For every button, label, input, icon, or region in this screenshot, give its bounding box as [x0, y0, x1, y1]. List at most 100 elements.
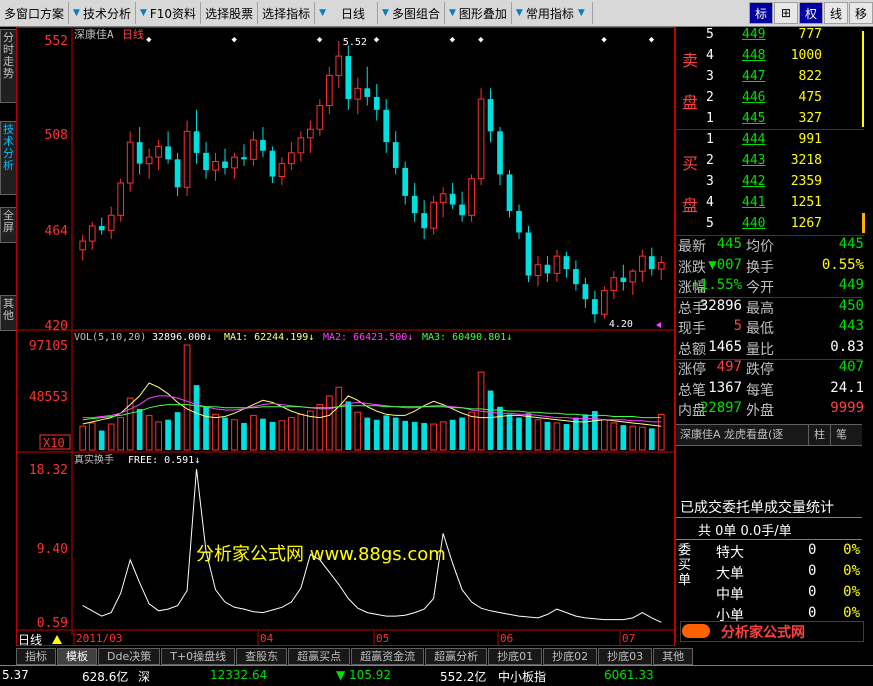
sell-volume: 777 — [798, 27, 822, 42]
sell-row[interactable]: 5 449 777 — [676, 27, 864, 48]
stock-name: 深康佳A — [74, 27, 114, 41]
side-tabs: 分时走势 技术分析 全屏 其他 — [0, 27, 17, 642]
buy-level: 1 — [706, 132, 714, 147]
volume-bar — [506, 414, 513, 450]
vol-multiplier: X10 — [43, 436, 65, 450]
sell-row[interactable]: 4 448 1000 — [676, 48, 864, 69]
tab-indicator-10[interactable]: 抄底03 — [598, 648, 653, 665]
quote-key: 最低 — [746, 321, 774, 337]
vol-ma1: MA1: 62244.199↓ — [224, 332, 314, 343]
tab-other[interactable]: 其他 — [0, 295, 17, 331]
toolbar-select-indicator[interactable]: 选择指标 — [258, 2, 316, 24]
buy-row[interactable]: 5 440 1267 — [676, 216, 864, 237]
kline-chart[interactable]: 深康佳A 日线 552 508 464 420 ◆ ◆ ◆ ◆ ◆ ◆ ◆ ◆ 5.52 4.… — [16, 27, 675, 648]
stats-name: 大单 — [716, 566, 744, 582]
tab-indicator-9[interactable]: 抄底02 — [543, 648, 598, 665]
quote-row: 总额 1465 量比 0.83 — [676, 339, 864, 360]
sell-level: 1 — [706, 111, 714, 126]
buy-volume: 2359 — [790, 174, 822, 189]
sell-depth-bar — [862, 31, 864, 127]
tab-indicator-1[interactable]: 模板 — [57, 648, 97, 665]
tab-technical[interactable]: 技术分析 — [0, 121, 17, 195]
turnover-tick: 0.59 — [37, 616, 68, 631]
toolbar: 多窗口方案 ▼ 技术分析 ▼ F10资料 选择股票 选择指标 ▼ 日线 ▼ 多图组合 ▼… — [0, 0, 873, 27]
price-tick: 420 — [45, 319, 68, 334]
tab-fullscreen[interactable]: 全屏 — [0, 207, 17, 243]
buy-volume: 1267 — [790, 216, 822, 231]
tab-intraday[interactable]: 分时走势 — [0, 29, 17, 103]
candle-body — [155, 145, 162, 158]
quote-key: 外盘 — [746, 403, 774, 419]
candle-body — [439, 193, 447, 203]
candle-body — [241, 157, 247, 160]
logo-text: 分析家公式网 — [721, 624, 805, 641]
buy-row[interactable]: 2 443 3218 — [676, 153, 864, 174]
buy-price: 440 — [742, 216, 766, 231]
buy-row[interactable]: 1 444 991 — [676, 132, 864, 153]
status-market: 深 — [138, 670, 151, 684]
sell-row[interactable]: 2 446 475 — [676, 90, 864, 111]
quote-value: 497 — [716, 359, 742, 375]
buy-price: 442 — [742, 174, 766, 189]
tab-tick[interactable]: 笔 — [831, 425, 852, 445]
tab-longhu[interactable]: 深康佳A 龙虎看盘(逐 — [676, 425, 809, 445]
tab-indicator-7[interactable]: 超赢分析 — [425, 648, 488, 665]
volume-bar — [553, 422, 561, 451]
toolbar-f10[interactable]: ▼ F10资料 — [136, 2, 202, 24]
buy-row[interactable]: 4 441 1251 — [676, 195, 864, 216]
candle-body — [269, 150, 276, 177]
sell-row[interactable]: 1 445 327 — [676, 111, 864, 132]
candle-body — [497, 131, 503, 175]
dropdown-icon: ▼ — [515, 8, 523, 18]
toolbar-multi-combo[interactable]: ▼ 多图组合 — [378, 2, 445, 24]
toolbar-multiwindow[interactable]: 多窗口方案 — [0, 2, 70, 24]
candle-body — [98, 226, 105, 231]
volume-bar — [79, 425, 87, 451]
buy-level: 2 — [706, 153, 714, 168]
toolbar-tech-analysis[interactable]: ▼ 技术分析 — [69, 2, 136, 24]
status-value: 12332.64 — [210, 668, 268, 682]
toolbar-select-stock[interactable]: 选择股票 — [201, 2, 259, 24]
sub-tabs: 深康佳A 龙虎看盘(逐 柱 笔 — [676, 424, 862, 446]
candle-body — [477, 98, 485, 180]
toolbar-daily[interactable]: ▼ 日线 — [315, 2, 379, 24]
candle-body — [193, 131, 200, 153]
buy-row[interactable]: 3 442 2359 — [676, 174, 864, 195]
quote-value: 22897 — [699, 400, 742, 416]
volume-bar — [212, 413, 219, 451]
candle-body — [335, 55, 343, 76]
move-button[interactable]: 移 — [849, 2, 873, 24]
tab-indicator-4[interactable]: 查股东 — [236, 648, 288, 665]
volume-bar — [297, 413, 305, 451]
tab-indicator-3[interactable]: T+0操盘线 — [161, 648, 236, 665]
candle-body — [392, 142, 399, 168]
status-value: 5.37 — [2, 668, 29, 682]
sell-row[interactable]: 3 447 822 — [676, 69, 864, 90]
volume-bar — [165, 419, 171, 450]
tab-indicator-5[interactable]: 超赢买点 — [288, 648, 351, 665]
toolbar-common-indicator[interactable]: ▼ 常用指标 ▼ — [512, 2, 593, 24]
volume-bar — [260, 418, 266, 450]
volume-bar — [345, 401, 352, 450]
date-tick: 06 — [500, 632, 513, 645]
tab-indicator-8[interactable]: 抄底01 — [488, 648, 543, 665]
tab-indicator-11[interactable]: 其他 — [653, 648, 694, 665]
mark-button[interactable]: 标 — [749, 2, 773, 24]
rights-button[interactable]: 权 — [799, 2, 823, 24]
buy-price: 443 — [742, 153, 766, 168]
tab-indicator-0[interactable]: 指标 — [16, 648, 56, 665]
line-button[interactable]: 线 — [824, 2, 848, 24]
toolbar-overlay[interactable]: ▼ 图形叠加 — [445, 2, 512, 24]
quote-key: 现手 — [678, 321, 706, 337]
vol-tick: 48553 — [29, 390, 68, 405]
cursor-marker-icon — [656, 322, 661, 328]
volume-bar — [278, 420, 286, 451]
tab-indicator-2[interactable]: Dde决策 — [98, 648, 161, 665]
tab-bar[interactable]: 柱 — [809, 425, 831, 445]
stats-row: 中单 0 0% — [696, 584, 862, 604]
grid-button[interactable]: ⊞ — [774, 2, 798, 24]
candle-body — [544, 264, 551, 274]
candle-body — [421, 213, 428, 229]
sell-level: 3 — [706, 69, 714, 84]
tab-indicator-6[interactable]: 超赢资金流 — [351, 648, 425, 665]
